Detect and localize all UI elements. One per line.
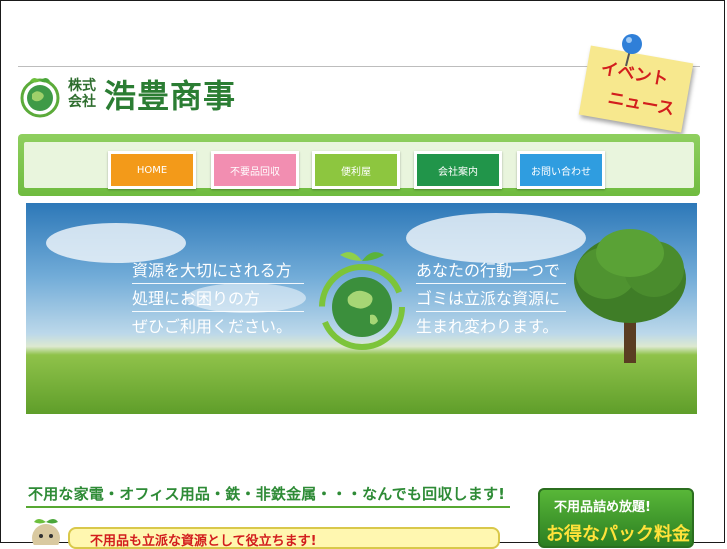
- company-type-label: 株式 会社: [68, 78, 96, 110]
- resource-message-bar: 不用品も立派な資源として役立ちます!: [68, 527, 500, 549]
- hero-divider: [132, 311, 304, 312]
- service-tagline: 不用な家電・オフィス用品・鉄・非鉄金属・・・なんでも回収します!: [28, 485, 506, 503]
- nav-home-button[interactable]: HOME: [108, 151, 196, 189]
- hero-divider: [416, 311, 566, 312]
- promo-line1: 不用品詰め放題!: [554, 500, 651, 515]
- cloud: [406, 213, 586, 263]
- hero-divider: [132, 283, 304, 284]
- tagline-underline: [26, 506, 510, 508]
- mascot-icon: [32, 519, 60, 545]
- pack-price-banner[interactable]: 不用品詰め放題! お得なパック料金: [538, 488, 694, 548]
- hero-banner: 資源を大切にされる方 処理にお困りの方 ぜひご利用ください。 あなたの行動一つで…: [26, 203, 697, 414]
- hero-right-line1: あなたの行動一つで: [416, 261, 561, 280]
- hero-right-line3: 生まれ変わります。: [416, 317, 559, 336]
- recycle-globe-icon: [319, 252, 405, 350]
- pushpin-icon: [622, 34, 642, 67]
- hero-left-line2: 処理にお困りの方: [132, 289, 261, 308]
- company-type-line1: 株式: [68, 78, 96, 94]
- nav-junk-collection-button[interactable]: 不要品回収: [211, 151, 299, 189]
- company-name: 浩豊商事: [104, 77, 237, 115]
- nav-handyman-button[interactable]: 便利屋: [312, 151, 400, 189]
- promo-line2: お得なパック料金: [546, 524, 690, 545]
- company-logo[interactable]: 株式 会社 浩豊商事: [18, 74, 258, 122]
- company-type-line2: 会社: [68, 94, 96, 110]
- hero-left-line3: ぜひご利用ください。: [132, 317, 293, 336]
- cloud: [46, 223, 186, 263]
- globe-leaf-icon: [20, 78, 60, 118]
- hero-divider: [416, 283, 566, 284]
- hero-right-line2: ゴミは立派な資源に: [416, 289, 561, 308]
- nav-company-button[interactable]: 会社案内: [414, 151, 502, 189]
- resource-message: 不用品も立派な資源として役立ちます!: [90, 534, 317, 549]
- tree-icon: [574, 229, 686, 363]
- nav-contact-button[interactable]: お問い合わせ: [517, 151, 605, 189]
- hero-left-line1: 資源を大切にされる方: [132, 261, 292, 280]
